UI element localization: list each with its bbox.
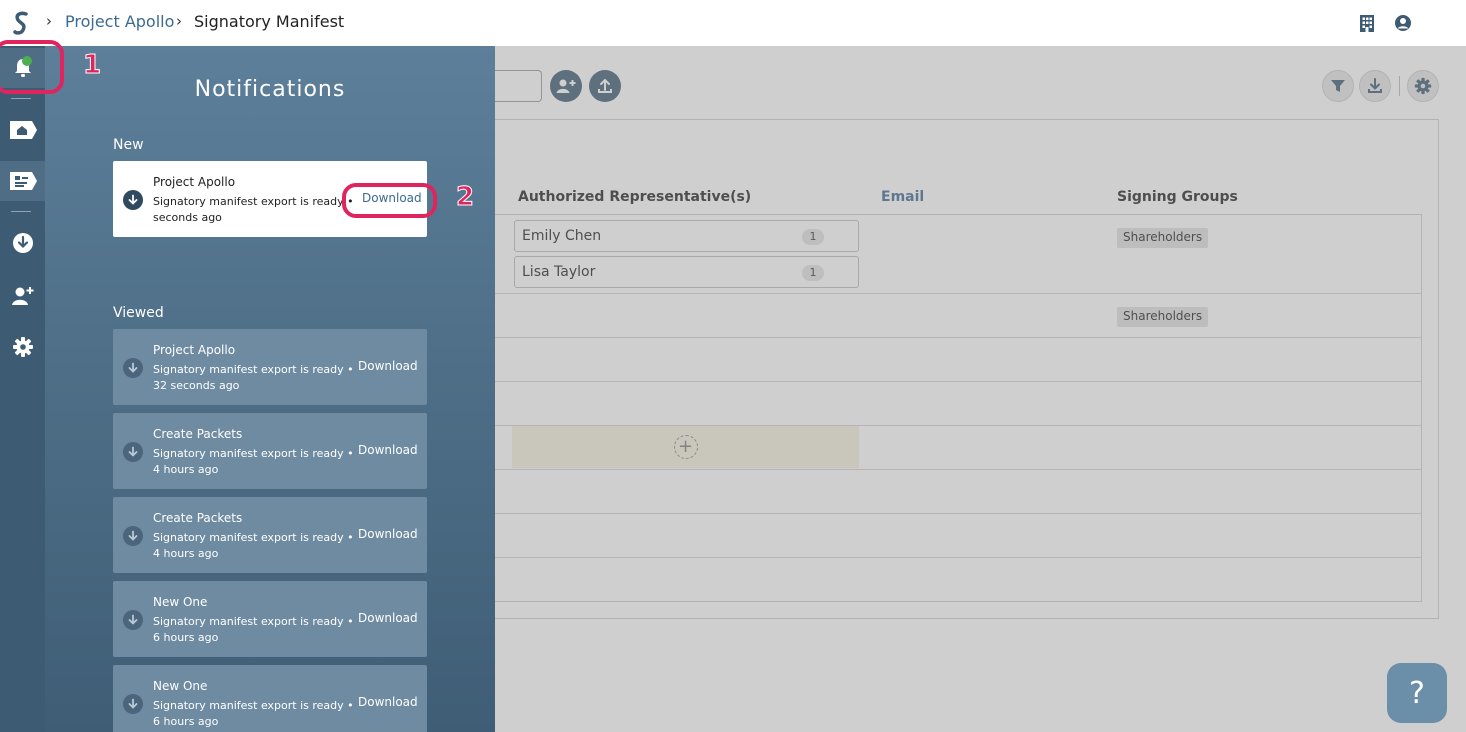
upload-button[interactable] (589, 70, 621, 102)
column-header-representatives[interactable]: Authorized Representative(s) (518, 189, 751, 205)
table-row-divider (495, 337, 1422, 338)
table-row-divider (495, 557, 1422, 558)
viewed-section-label: Viewed (113, 305, 164, 321)
toolbar-divider (1399, 76, 1400, 96)
representative-name: Emily Chen (522, 228, 602, 244)
download-link[interactable]: Download (358, 611, 418, 625)
representative-chip[interactable]: Lisa Taylor 1 (514, 256, 859, 288)
breadcrumb-project[interactable]: Project Apollo (65, 12, 174, 31)
download-icon (12, 233, 33, 253)
filter-icon (1331, 80, 1345, 92)
notification-message: Signatory manifest export is ready • sec… (153, 195, 354, 224)
notification-card-viewed[interactable]: New One Signatory manifest export is rea… (113, 665, 427, 732)
download-icon (123, 694, 143, 714)
notification-message: Signatory manifest export is ready • 6 h… (153, 615, 354, 644)
table-settings-button[interactable] (1407, 70, 1439, 102)
rail-settings[interactable] (0, 327, 45, 367)
download-icon (123, 190, 143, 210)
help-button[interactable]: ? (1387, 663, 1447, 723)
rail-home[interactable] (0, 110, 45, 150)
download-link[interactable]: Download (358, 527, 418, 541)
gear-icon (1414, 77, 1432, 95)
notification-card-viewed[interactable]: Create Packets Signatory manifest export… (113, 413, 427, 489)
filter-button[interactable] (1322, 70, 1354, 102)
notifications-panel: Notifications New Project Apollo Signato… (45, 46, 495, 732)
representative-chip[interactable]: Emily Chen 1 (514, 220, 859, 252)
highlight-ring-download (342, 183, 437, 218)
rail-manifest[interactable] (0, 161, 45, 201)
notification-card-viewed[interactable]: New One Signatory manifest export is rea… (113, 581, 427, 657)
column-header-signing-groups[interactable]: Signing Groups (1117, 189, 1238, 205)
signing-group-tag[interactable]: Shareholders (1117, 228, 1209, 248)
rail-divider (11, 98, 31, 99)
rail-divider (11, 211, 31, 212)
annotation-number: 1 (82, 50, 102, 81)
new-section-label: New (113, 137, 144, 153)
notification-title: New One (153, 595, 208, 609)
search-input[interactable] (495, 70, 542, 102)
add-user-icon (11, 287, 33, 305)
download-icon (123, 526, 143, 546)
top-bar: › Project Apollo › Signatory Manifest (0, 0, 1466, 46)
download-link[interactable]: Download (358, 359, 418, 373)
representative-count: 1 (802, 229, 824, 245)
notification-title: Create Packets (153, 511, 243, 525)
add-representative-cell[interactable]: + (512, 426, 859, 468)
table-row-divider (495, 293, 1422, 294)
chevron-right-icon: › (176, 12, 182, 30)
download-link[interactable]: Download (358, 695, 418, 709)
table-row-divider (495, 381, 1422, 382)
notification-title: New One (153, 679, 208, 693)
notification-title: Project Apollo (153, 175, 236, 189)
upload-icon (598, 78, 612, 93)
plus-icon: + (673, 435, 698, 459)
notification-message: Signatory manifest export is ready • 4 h… (153, 447, 354, 476)
download-icon (1368, 78, 1382, 93)
page-title: Signatory Manifest (194, 12, 345, 31)
add-user-icon (556, 79, 576, 93)
add-representative-button[interactable] (550, 70, 582, 102)
left-nav-rail (0, 46, 45, 732)
home-icon (9, 121, 37, 139)
column-header-email[interactable]: Email (881, 189, 924, 205)
notification-card-viewed[interactable]: Project Apollo Signatory manifest export… (113, 329, 427, 405)
manifest-icon (9, 172, 37, 190)
download-link[interactable]: Download (358, 443, 418, 457)
notification-title: Project Apollo (153, 343, 236, 357)
representative-count: 1 (802, 265, 824, 281)
table-row-divider (495, 469, 1422, 470)
export-button[interactable] (1359, 70, 1391, 102)
notification-message: Signatory manifest export is ready • 4 h… (153, 531, 354, 560)
signing-group-tag[interactable]: Shareholders (1117, 307, 1209, 327)
notification-message: Signatory manifest export is ready • 6 h… (153, 699, 354, 728)
table-row-divider (495, 513, 1422, 514)
notifications-title: Notifications (194, 77, 346, 102)
annotation-number: 2 (455, 182, 475, 213)
account-icon[interactable] (1393, 13, 1413, 33)
download-icon (123, 610, 143, 630)
representative-name: Lisa Taylor (522, 264, 596, 280)
brand-logo-icon[interactable] (12, 10, 30, 36)
notification-title: Create Packets (153, 427, 243, 441)
gear-icon (12, 337, 33, 357)
chevron-right-icon: › (46, 12, 52, 30)
highlight-ring-notifications (0, 40, 64, 94)
building-icon[interactable] (1357, 13, 1377, 33)
download-icon (123, 442, 143, 462)
download-icon (123, 358, 143, 378)
rail-download[interactable] (0, 223, 45, 263)
notification-card-viewed[interactable]: Create Packets Signatory manifest export… (113, 497, 427, 573)
rail-add-user[interactable] (0, 276, 45, 316)
notification-message: Signatory manifest export is ready • 32 … (153, 363, 354, 392)
